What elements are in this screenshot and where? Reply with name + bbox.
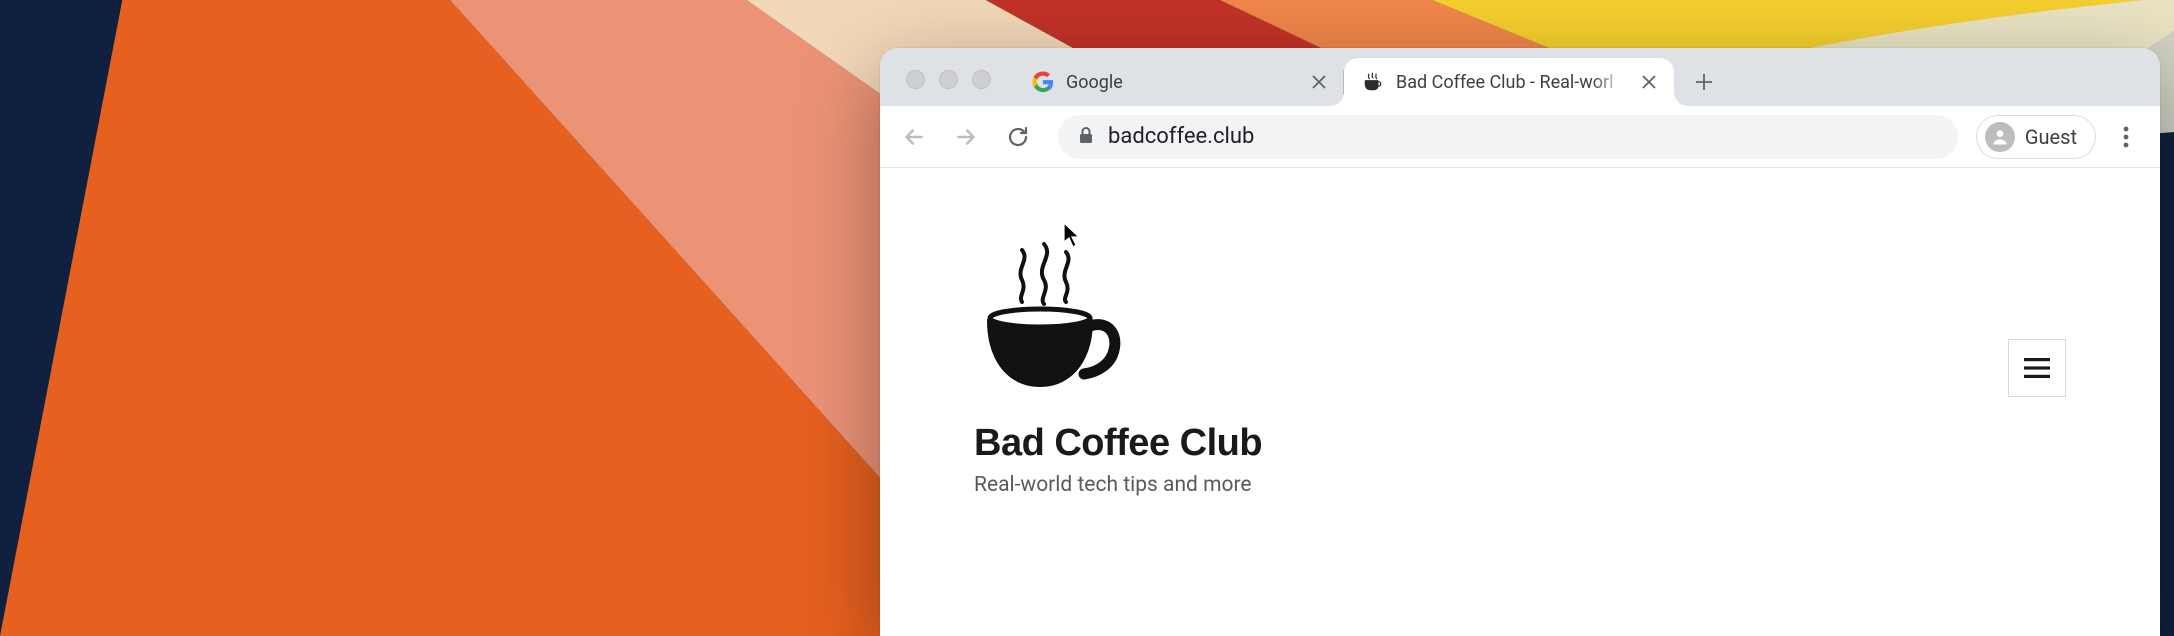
window-minimize-button[interactable] xyxy=(939,70,958,89)
reload-button[interactable] xyxy=(996,115,1040,159)
tab-strip: Google Bad Coffee Club - Real-worl xyxy=(880,48,2160,106)
page-content: Bad Coffee Club Real-world tech tips and… xyxy=(880,168,2160,636)
lock-icon xyxy=(1078,126,1094,148)
address-bar[interactable]: badcoffee.club xyxy=(1058,115,1958,159)
back-button[interactable] xyxy=(892,115,936,159)
close-icon[interactable] xyxy=(1638,71,1660,93)
coffee-cup-logo-icon xyxy=(974,238,1262,402)
browser-window: Google Bad Coffee Club - Real-worl xyxy=(880,48,2160,636)
window-controls xyxy=(906,70,991,89)
coffee-favicon-icon xyxy=(1362,71,1384,93)
browser-toolbar: badcoffee.club Guest xyxy=(880,106,2160,168)
close-icon[interactable] xyxy=(1308,71,1330,93)
tab-bad-coffee-club[interactable]: Bad Coffee Club - Real-worl xyxy=(1344,58,1674,106)
site-title: Bad Coffee Club xyxy=(974,422,1262,465)
site-menu-button[interactable] xyxy=(2008,339,2066,397)
browser-menu-button[interactable] xyxy=(2104,115,2148,159)
url-text: badcoffee.club xyxy=(1108,124,1938,149)
window-close-button[interactable] xyxy=(906,70,925,89)
new-tab-button[interactable] xyxy=(1684,62,1724,102)
window-zoom-button[interactable] xyxy=(972,70,991,89)
site-brand: Bad Coffee Club Real-world tech tips and… xyxy=(974,238,1262,497)
profile-button[interactable]: Guest xyxy=(1976,115,2096,159)
tabs: Google Bad Coffee Club - Real-worl xyxy=(1014,48,1724,106)
avatar-icon xyxy=(1985,122,2015,152)
site-header: Bad Coffee Club Real-world tech tips and… xyxy=(974,238,2066,497)
site-tagline: Real-world tech tips and more xyxy=(974,473,1262,497)
tab-google[interactable]: Google xyxy=(1014,58,1344,106)
forward-button[interactable] xyxy=(944,115,988,159)
tab-title: Bad Coffee Club - Real-worl xyxy=(1396,72,1626,93)
tab-title: Google xyxy=(1066,72,1296,93)
profile-label: Guest xyxy=(2025,125,2077,149)
google-favicon-icon xyxy=(1032,71,1054,93)
